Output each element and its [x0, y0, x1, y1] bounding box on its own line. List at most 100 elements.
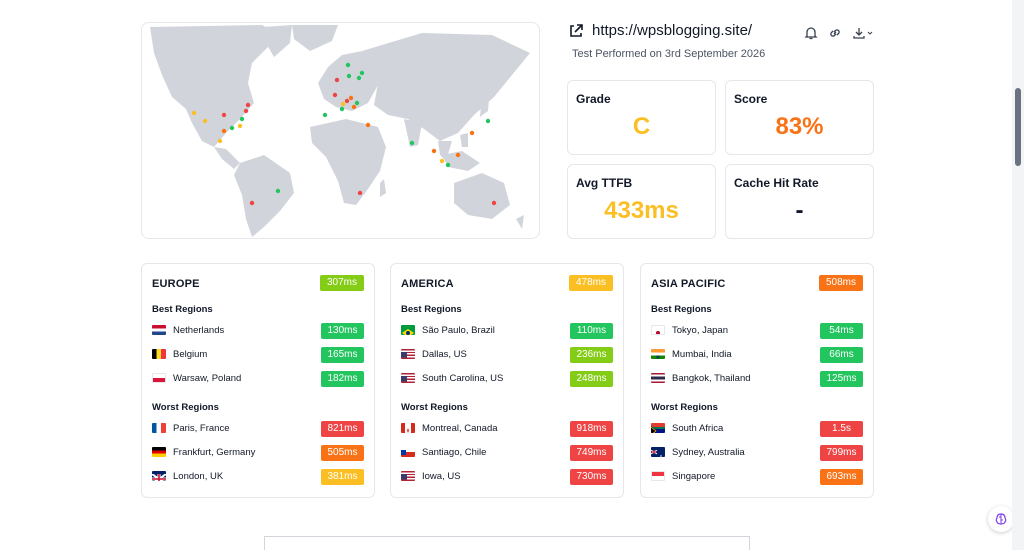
next-section-box [264, 536, 750, 550]
score-value: 83% [775, 113, 824, 140]
page-scrollbar[interactable] [1012, 0, 1024, 550]
region-name: Iowa, US [422, 471, 461, 482]
region-name: Netherlands [173, 325, 225, 336]
best-regions-label: Best Regions [401, 304, 462, 315]
region-name: Tokyo, Japan [672, 325, 728, 336]
ttfb-badge: 799ms [820, 445, 863, 461]
list-item: Singapore 693ms [651, 469, 863, 485]
ttfb-badge: 821ms [321, 421, 364, 437]
list-item: Iowa, US 730ms [401, 469, 613, 485]
ttfb-badge: 125ms [820, 371, 863, 387]
flag-canada-icon [401, 423, 415, 433]
download-icon[interactable] [852, 26, 874, 40]
grade-label: Grade [576, 92, 611, 106]
flag-australia-icon [651, 447, 665, 457]
list-item: São Paulo, Brazil 110ms [401, 323, 613, 339]
best-regions-label: Best Regions [651, 304, 712, 315]
world-map [141, 22, 540, 239]
best-regions-label: Best Regions [152, 304, 213, 315]
link-icon[interactable] [828, 26, 842, 40]
flag-germany-icon [152, 447, 166, 457]
flag-us-icon [401, 373, 415, 383]
grade-value: C [632, 113, 651, 140]
assistant-button[interactable] [988, 506, 1014, 532]
ttfb-badge: 236ms [570, 347, 613, 363]
list-item: Tokyo, Japan 54ms [651, 323, 863, 339]
list-item: Belgium 165ms [152, 347, 364, 363]
region-avg-badge: 307ms [320, 275, 364, 291]
region-name: South Africa [672, 423, 724, 434]
ttfb-badge: 130ms [321, 323, 364, 339]
score-label: Score [734, 92, 768, 106]
region-name: Frankfurt, Germany [173, 447, 256, 458]
flag-brazil-icon [401, 325, 415, 335]
region-avg-badge: 478ms [569, 275, 613, 291]
worst-regions-label: Worst Regions [401, 402, 468, 413]
list-item: Paris, France 821ms [152, 421, 364, 437]
region-avg-badge: 508ms [819, 275, 863, 291]
list-item: Dallas, US 236ms [401, 347, 613, 363]
cache-card: Cache Hit Rate - [725, 164, 874, 239]
region-card-america: AMERICA 478ms Best Regions São Paulo, Br… [390, 263, 624, 498]
flag-belgium-icon [152, 349, 166, 359]
external-link-icon [570, 23, 583, 37]
region-card-asia-pacific: ASIA PACIFIC 508ms Best Regions Tokyo, J… [640, 263, 874, 498]
list-item: Warsaw, Poland 182ms [152, 371, 364, 387]
ttfb-badge: 66ms [820, 347, 863, 363]
bell-icon[interactable] [804, 26, 818, 40]
flag-south-africa-icon [651, 423, 665, 433]
flag-chile-icon [401, 447, 415, 457]
list-item: Montreal, Canada 918ms [401, 421, 613, 437]
region-name: Sydney, Australia [672, 447, 745, 458]
list-item: Sydney, Australia 799ms [651, 445, 863, 461]
region-name: Paris, France [173, 423, 230, 434]
score-card: Score 83% [725, 80, 874, 155]
region-name: São Paulo, Brazil [422, 325, 495, 336]
ttfb-badge: 918ms [570, 421, 613, 437]
grade-card: Grade C [567, 80, 716, 155]
flag-us-icon [401, 349, 415, 359]
list-item: South Carolina, US 248ms [401, 371, 613, 387]
flag-uk-icon [152, 471, 166, 481]
region-name: Mumbai, India [672, 349, 732, 360]
region-title: EUROPE [152, 278, 200, 290]
worst-regions-label: Worst Regions [152, 402, 219, 413]
list-item: Frankfurt, Germany 505ms [152, 445, 364, 461]
list-item: London, UK 381ms [152, 469, 364, 485]
scrollbar-thumb[interactable] [1015, 88, 1021, 166]
flag-thailand-icon [651, 373, 665, 383]
flag-japan-icon [651, 325, 665, 335]
ttfb-badge: 110ms [570, 323, 613, 339]
region-name: Warsaw, Poland [173, 373, 242, 384]
region-name: South Carolina, US [422, 373, 504, 384]
site-url-link[interactable]: https://wpsblogging.site/ [568, 22, 752, 39]
ttfb-label: Avg TTFB [576, 176, 633, 190]
brain-icon [995, 513, 1007, 525]
ttfb-badge: 1.5s [820, 421, 863, 437]
flag-poland-icon [152, 373, 166, 383]
region-name: London, UK [173, 471, 224, 482]
site-header: https://wpsblogging.site/ Test Performed… [568, 22, 874, 74]
test-date: Test Performed on 3rd September 2026 [572, 48, 766, 60]
region-title: ASIA PACIFIC [651, 278, 726, 290]
ttfb-badge: 381ms [321, 469, 364, 485]
region-card-europe: EUROPE 307ms Best Regions Netherlands 13… [141, 263, 375, 498]
list-item: Santiago, Chile 749ms [401, 445, 613, 461]
ttfb-card: Avg TTFB 433ms [567, 164, 716, 239]
list-item: Bangkok, Thailand 125ms [651, 371, 863, 387]
region-title: AMERICA [401, 278, 454, 290]
flag-france-icon [152, 423, 166, 433]
ttfb-badge: 749ms [570, 445, 613, 461]
flag-netherlands-icon [152, 325, 166, 335]
region-name: Singapore [672, 471, 716, 482]
ttfb-badge: 248ms [570, 371, 613, 387]
worst-regions-label: Worst Regions [651, 402, 718, 413]
ttfb-value: 433ms [604, 197, 679, 224]
region-name: Bangkok, Thailand [672, 373, 751, 384]
region-name: Belgium [173, 349, 208, 360]
site-url-text: https://wpsblogging.site/ [592, 22, 753, 39]
ttfb-badge: 693ms [820, 469, 863, 485]
ttfb-badge: 54ms [820, 323, 863, 339]
list-item: South Africa 1.5s [651, 421, 863, 437]
flag-singapore-icon [651, 471, 665, 481]
